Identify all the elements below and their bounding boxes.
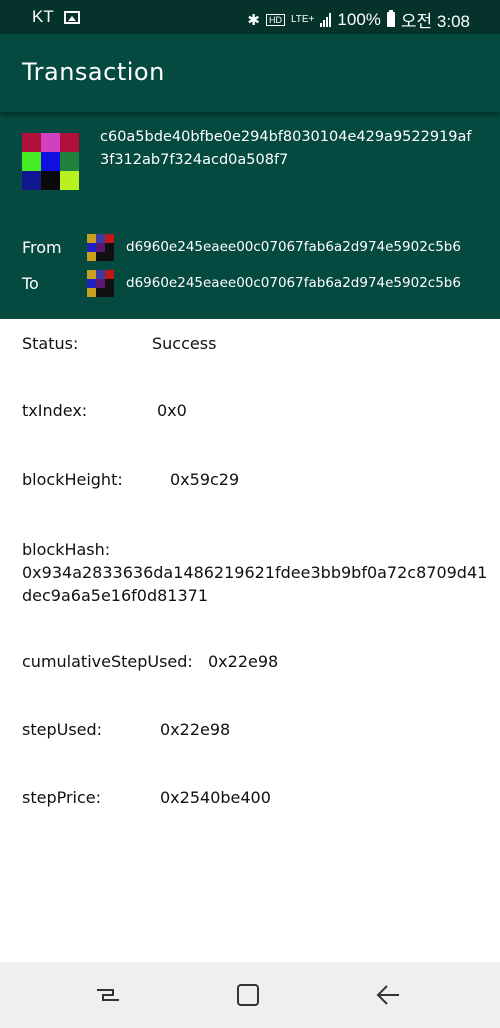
identicon-cell xyxy=(87,252,96,261)
identicon-cell xyxy=(105,270,114,279)
step-used-value: 0x22e98 xyxy=(160,720,231,739)
identicon-cell xyxy=(96,279,105,288)
navigation-bar xyxy=(0,962,500,1028)
cumulative-step-used-label: cumulativeStepUsed: xyxy=(22,652,193,671)
identicon-cell xyxy=(41,171,60,190)
identicon-cell xyxy=(60,171,79,190)
to-address[interactable]: d6960e245eaee00c07067fab6a2d974e5902c5b6 xyxy=(126,275,461,291)
identicon-cell xyxy=(105,279,114,288)
block-hash-field: blockHash: 0x934a2833636da1486219621fdee… xyxy=(22,538,492,607)
block-hash-value: 0x934a2833636da1486219621fdee3bb9bf0a72c… xyxy=(22,563,488,605)
lte-icon: LTE+ xyxy=(290,13,315,25)
status-value: Success xyxy=(152,334,217,353)
to-label: To xyxy=(22,274,39,293)
identicon-cell xyxy=(105,288,114,297)
bluetooth-icon: ✱ xyxy=(247,11,260,29)
tx-index-value: 0x0 xyxy=(157,401,187,420)
identicon-cell xyxy=(60,152,79,171)
identicon-cell xyxy=(22,133,41,152)
step-used-label: stepUsed: xyxy=(22,720,103,739)
recent-apps-icon[interactable] xyxy=(93,980,123,1010)
identicon-cell xyxy=(22,171,41,190)
identicon-cell xyxy=(96,270,105,279)
to-identicon xyxy=(87,270,114,297)
identicon-cell xyxy=(87,270,96,279)
status-bar: KT ✱ HD LTE+ 100% 오전 3:08 xyxy=(0,0,500,34)
page-title: Transaction xyxy=(22,58,165,86)
block-height-value: 0x59c29 xyxy=(170,470,240,489)
identicon-cell xyxy=(41,152,60,171)
hd-icon: HD xyxy=(265,13,285,26)
transaction-identicon xyxy=(22,133,79,190)
tx-index-label: txIndex: xyxy=(22,401,88,420)
identicon-cell xyxy=(41,133,60,152)
battery-percent: 100% xyxy=(337,9,381,29)
identicon-cell xyxy=(87,234,96,243)
identicon-cell xyxy=(87,243,96,252)
from-address[interactable]: d6960e245eaee00c07067fab6a2d974e5902c5b6 xyxy=(126,239,461,255)
identicon-cell xyxy=(96,243,105,252)
identicon-cell xyxy=(96,288,105,297)
identicon-cell xyxy=(60,133,79,152)
from-row: From d6960e245eaee00c07067fab6a2d974e590… xyxy=(22,232,492,262)
identicon-cell xyxy=(105,252,114,261)
transaction-header: c60a5bde40bfbe0e294bf8030104e429a9522919… xyxy=(0,112,500,319)
step-price-label: stepPrice: xyxy=(22,788,102,807)
image-icon xyxy=(63,10,80,24)
identicon-cell xyxy=(96,252,105,261)
transaction-hash: c60a5bde40bfbe0e294bf8030104e429a9522919… xyxy=(100,129,472,168)
identicon-cell xyxy=(22,152,41,171)
identicon-cell xyxy=(87,288,96,297)
home-icon[interactable] xyxy=(233,980,263,1010)
signal-icon xyxy=(320,12,332,27)
block-height-label: blockHeight: xyxy=(22,470,123,489)
status-label: Status: xyxy=(22,334,79,353)
cumulative-step-used-value: 0x22e98 xyxy=(208,652,279,671)
battery-icon xyxy=(386,10,395,27)
from-label: From xyxy=(22,238,62,257)
identicon-cell xyxy=(87,279,96,288)
back-icon[interactable] xyxy=(373,980,403,1010)
identicon-cell xyxy=(105,234,114,243)
clock: 오전 3:08 xyxy=(400,12,470,31)
identicon-cell xyxy=(105,243,114,252)
app-bar: Transaction xyxy=(0,34,500,112)
identicon-cell xyxy=(96,234,105,243)
step-price-value: 0x2540be400 xyxy=(160,788,271,807)
from-identicon xyxy=(87,234,114,261)
block-hash-label: blockHash: xyxy=(22,540,111,559)
carrier-label: KT xyxy=(32,7,54,26)
to-row: To d6960e245eaee00c07067fab6a2d974e5902c… xyxy=(22,268,492,298)
